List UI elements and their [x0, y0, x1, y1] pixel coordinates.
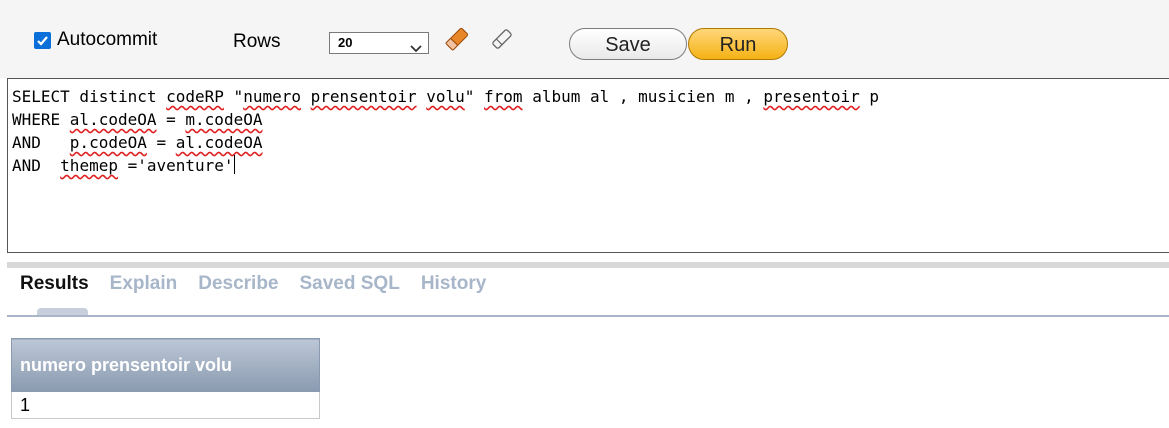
spellcheck-token: from [484, 87, 523, 106]
eraser-icon[interactable] [442, 24, 472, 59]
sql-text: AND [12, 156, 61, 175]
sql-line-4: AND themep ='aventure' [12, 154, 1169, 177]
spellcheck-token: m.codeOA [185, 110, 263, 129]
save-button[interactable]: Save [569, 28, 687, 60]
column-header: numero prensentoir volu [11, 338, 320, 392]
results-table: numero prensentoir volu 1 [11, 338, 320, 419]
rows-select[interactable]: 20 [329, 32, 429, 54]
sql-toolbar: Autocommit Rows 20 Save Run [0, 0, 1169, 78]
spellcheck-token: presentoir [763, 87, 860, 106]
table-row: 1 [11, 391, 320, 419]
tab-explain[interactable]: Explain [110, 273, 178, 295]
spellcheck-token: themep [60, 156, 118, 175]
chevron-down-icon [410, 39, 422, 59]
tab-results[interactable]: Results [20, 273, 89, 295]
spellcheck-token: p.codeOA [69, 133, 147, 152]
table-header-row: numero prensentoir volu [11, 338, 320, 392]
result-tabs: Results Explain Describe Saved SQL Histo… [20, 273, 507, 295]
spellcheck-token: prensentoir [310, 87, 417, 106]
checkbox-checked-icon[interactable] [34, 31, 51, 49]
sql-text: SELECT distinct [12, 87, 167, 106]
sql-line-2: WHERE al.codeOA = m.codeOA [12, 108, 1169, 131]
sql-text: " [464, 87, 485, 106]
find-icon[interactable] [487, 24, 517, 59]
spellcheck-token: al.codeOA [175, 133, 263, 152]
table-cell: 1 [11, 391, 320, 419]
spellcheck-token: volu [426, 87, 465, 106]
sql-text: = [146, 133, 176, 152]
spellcheck-token: codeRP [166, 87, 224, 106]
tab-saved-sql[interactable]: Saved SQL [300, 273, 400, 295]
run-button[interactable]: Run [688, 28, 788, 60]
tab-history[interactable]: History [421, 273, 486, 295]
sql-text: = [156, 110, 186, 129]
active-tab-indicator [37, 308, 88, 315]
sql-text: WHERE [12, 110, 70, 129]
sql-text: ='aventure' [117, 156, 234, 175]
tabs-baseline [7, 315, 1169, 317]
rows-label: Rows [233, 31, 281, 52]
spellcheck-token: al.codeOA [69, 110, 157, 129]
sql-text: AND [12, 133, 70, 152]
autocommit-label: Autocommit [57, 29, 158, 50]
rows-select-value: 20 [338, 35, 353, 50]
sql-line-1: SELECT distinct codeRP "numero prensento… [12, 85, 1169, 108]
sql-text: " [223, 87, 244, 106]
sql-text: album al , musicien m , [522, 87, 764, 106]
sql-editor[interactable]: SELECT distinct codeRP "numero prensento… [7, 78, 1169, 253]
text-cursor [233, 155, 235, 174]
spellcheck-token: numero [243, 87, 301, 106]
tab-describe[interactable]: Describe [198, 273, 278, 295]
autocommit-checkbox[interactable]: Autocommit [34, 29, 157, 51]
sql-text: p [859, 87, 879, 106]
sql-line-3: AND p.codeOA = al.codeOA [12, 131, 1169, 154]
tabs-separator [7, 262, 1169, 268]
